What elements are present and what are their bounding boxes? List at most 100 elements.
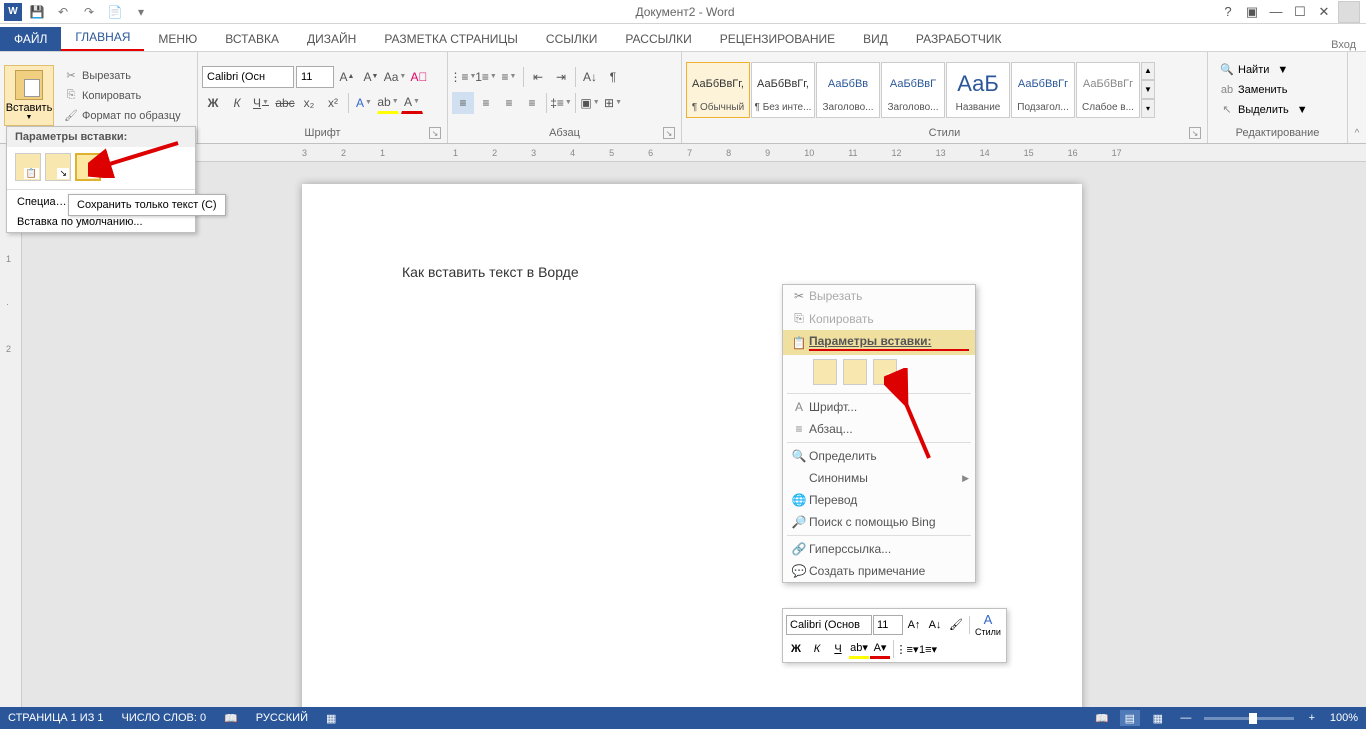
replace-button[interactable]: abЗаменить [1216,81,1312,99]
cm-new-comment[interactable]: 💬Создать примечание [783,560,975,582]
paste-special-item[interactable]: Специальная вставка... [7,192,77,212]
user-avatar[interactable] [1338,1,1360,23]
mt-font-size[interactable] [873,615,903,635]
cm-synonyms[interactable]: Синонимы▶ [783,467,975,489]
cm-paste-keep-formatting[interactable] [813,359,837,385]
mt-grow-font[interactable]: A↑ [904,615,924,635]
format-painter-button[interactable]: 🖌Формат по образцу [60,107,185,125]
numbering-button[interactable]: 1≡▼ [475,66,497,88]
maximize-button[interactable]: ☐ [1290,2,1310,22]
increase-indent-button[interactable]: ⇥ [550,66,572,88]
paste-button[interactable]: Вставить ▼ [4,65,54,126]
subscript-button[interactable]: x₂ [298,92,320,114]
style-subtle[interactable]: АаБбВвГгСлабое в... [1076,62,1140,118]
qat-customize-button[interactable]: ▾ [130,1,152,23]
cut-button[interactable]: ✂Вырезать [60,67,185,85]
sort-button[interactable]: A↓ [579,66,601,88]
mt-highlight[interactable]: ab▾ [849,639,869,659]
mt-underline[interactable]: Ч [828,639,848,659]
tab-view[interactable]: ВИД [849,27,902,51]
align-center-button[interactable]: ≡ [475,92,497,114]
cm-translate[interactable]: 🌐Перевод [783,489,975,511]
font-dialog-launcher[interactable]: ↘ [429,127,441,139]
highlight-button[interactable]: ab▼ [377,92,399,114]
tab-review[interactable]: РЕЦЕНЗИРОВАНИЕ [706,27,849,51]
ribbon-options-button[interactable]: ▣ [1242,2,1262,22]
cm-paste-merge-formatting[interactable] [843,359,867,385]
cm-font[interactable]: AШрифт... [783,396,975,418]
style-no-spacing[interactable]: АаБбВвГг,¶ Без инте... [751,62,815,118]
style-heading1[interactable]: АаБбВвЗаголово... [816,62,880,118]
sb-zoom-slider[interactable] [1204,717,1294,720]
horizontal-ruler[interactable]: 3211234567891011121314151617 [22,144,1366,162]
paste-text-only[interactable]: A [75,153,101,181]
mt-italic[interactable]: К [807,639,827,659]
tab-developer[interactable]: РАЗРАБОТЧИК [902,27,1016,51]
mt-numbering[interactable]: 1≡▾ [918,639,938,659]
text-effects-button[interactable]: A▼ [353,92,375,114]
help-button[interactable]: ? [1218,2,1238,22]
mt-font-color[interactable]: A▾ [870,639,890,659]
sb-zoom-out[interactable]: — [1176,710,1196,726]
font-name-dropdown[interactable] [202,66,294,88]
mt-bold[interactable]: Ж [786,639,806,659]
paste-merge-formatting[interactable]: ↘ [45,153,71,181]
sb-spellcheck[interactable]: 📖 [224,712,238,725]
cm-paragraph[interactable]: ≡Абзац... [783,418,975,440]
cm-cut[interactable]: ✂Вырезать [783,285,975,307]
qat-undo-button[interactable]: ↶ [52,1,74,23]
italic-button[interactable]: К [226,92,248,114]
style-title[interactable]: АаБНазвание [946,62,1010,118]
select-button[interactable]: ↖Выделить▼ [1216,101,1312,119]
borders-button[interactable]: ⊞▼ [602,92,624,114]
tab-menu[interactable]: Меню [144,27,211,51]
styles-expand[interactable]: ▾ [1141,99,1155,118]
styles-dialog-launcher[interactable]: ↘ [1189,127,1201,139]
tab-design[interactable]: ДИЗАЙН [293,27,370,51]
qat-redo-button[interactable]: ↷ [78,1,100,23]
cm-paste-text-only[interactable]: A [873,359,897,385]
qat-save-button[interactable]: 💾 [26,1,48,23]
tab-home[interactable]: ГЛАВНАЯ [61,25,144,51]
sb-print-layout[interactable]: ▤ [1120,710,1140,726]
justify-button[interactable]: ≡ [521,92,543,114]
font-size-dropdown[interactable] [296,66,334,88]
bullets-button[interactable]: ⋮≡▼ [452,66,474,88]
strikethrough-button[interactable]: abc [274,92,296,114]
underline-button[interactable]: Ч▼ [250,92,272,114]
sb-read-mode[interactable]: 📖 [1092,710,1112,726]
styles-scroll-down[interactable]: ▼ [1141,80,1155,99]
decrease-indent-button[interactable]: ⇤ [527,66,549,88]
cm-bing-search[interactable]: 🔎Поиск с помощью Bing [783,511,975,533]
paste-keep-formatting[interactable]: 📋 [15,153,41,181]
sign-in-link[interactable]: Вход [1331,39,1366,51]
sb-page-number[interactable]: СТРАНИЦА 1 ИЗ 1 [8,712,104,724]
style-subtitle[interactable]: АаБбВвГгПодзагол... [1011,62,1075,118]
superscript-button[interactable]: x² [322,92,344,114]
tab-mailings[interactable]: РАССЫЛКИ [611,27,705,51]
shading-button[interactable]: ▣▼ [579,92,601,114]
minimize-button[interactable]: — [1266,2,1286,22]
change-case-button[interactable]: Aa▼ [384,66,406,88]
sb-zoom-in[interactable]: + [1302,710,1322,726]
cm-copy[interactable]: ⎘Копировать [783,307,975,330]
styles-scroll-up[interactable]: ▲ [1141,62,1155,81]
style-normal[interactable]: АаБбВвГг,¶ Обычный [686,62,750,118]
tab-insert[interactable]: ВСТАВКА [211,27,293,51]
mt-font-name[interactable] [786,615,872,635]
multilevel-list-button[interactable]: ≡▼ [498,66,520,88]
clear-formatting-button[interactable]: A⃠ [408,66,430,88]
grow-font-button[interactable]: A▲ [336,66,358,88]
sb-word-count[interactable]: ЧИСЛО СЛОВ: 0 [122,712,207,724]
mt-styles-button[interactable]: Стили [975,627,1001,637]
style-heading2[interactable]: АаБбВвГЗаголово... [881,62,945,118]
styles-gallery[interactable]: АаБбВвГг,¶ Обычный АаБбВвГг,¶ Без инте..… [686,62,1155,118]
cm-hyperlink[interactable]: 🔗Гиперссылка... [783,538,975,560]
tab-file[interactable]: ФАЙЛ [0,27,61,51]
close-button[interactable]: ✕ [1314,2,1334,22]
mt-bullets[interactable]: ⋮≡▾ [897,639,917,659]
align-right-button[interactable]: ≡ [498,92,520,114]
tab-references[interactable]: ССЫЛКИ [532,27,611,51]
tab-layout[interactable]: РАЗМЕТКА СТРАНИЦЫ [370,27,532,51]
bold-button[interactable]: Ж [202,92,224,114]
